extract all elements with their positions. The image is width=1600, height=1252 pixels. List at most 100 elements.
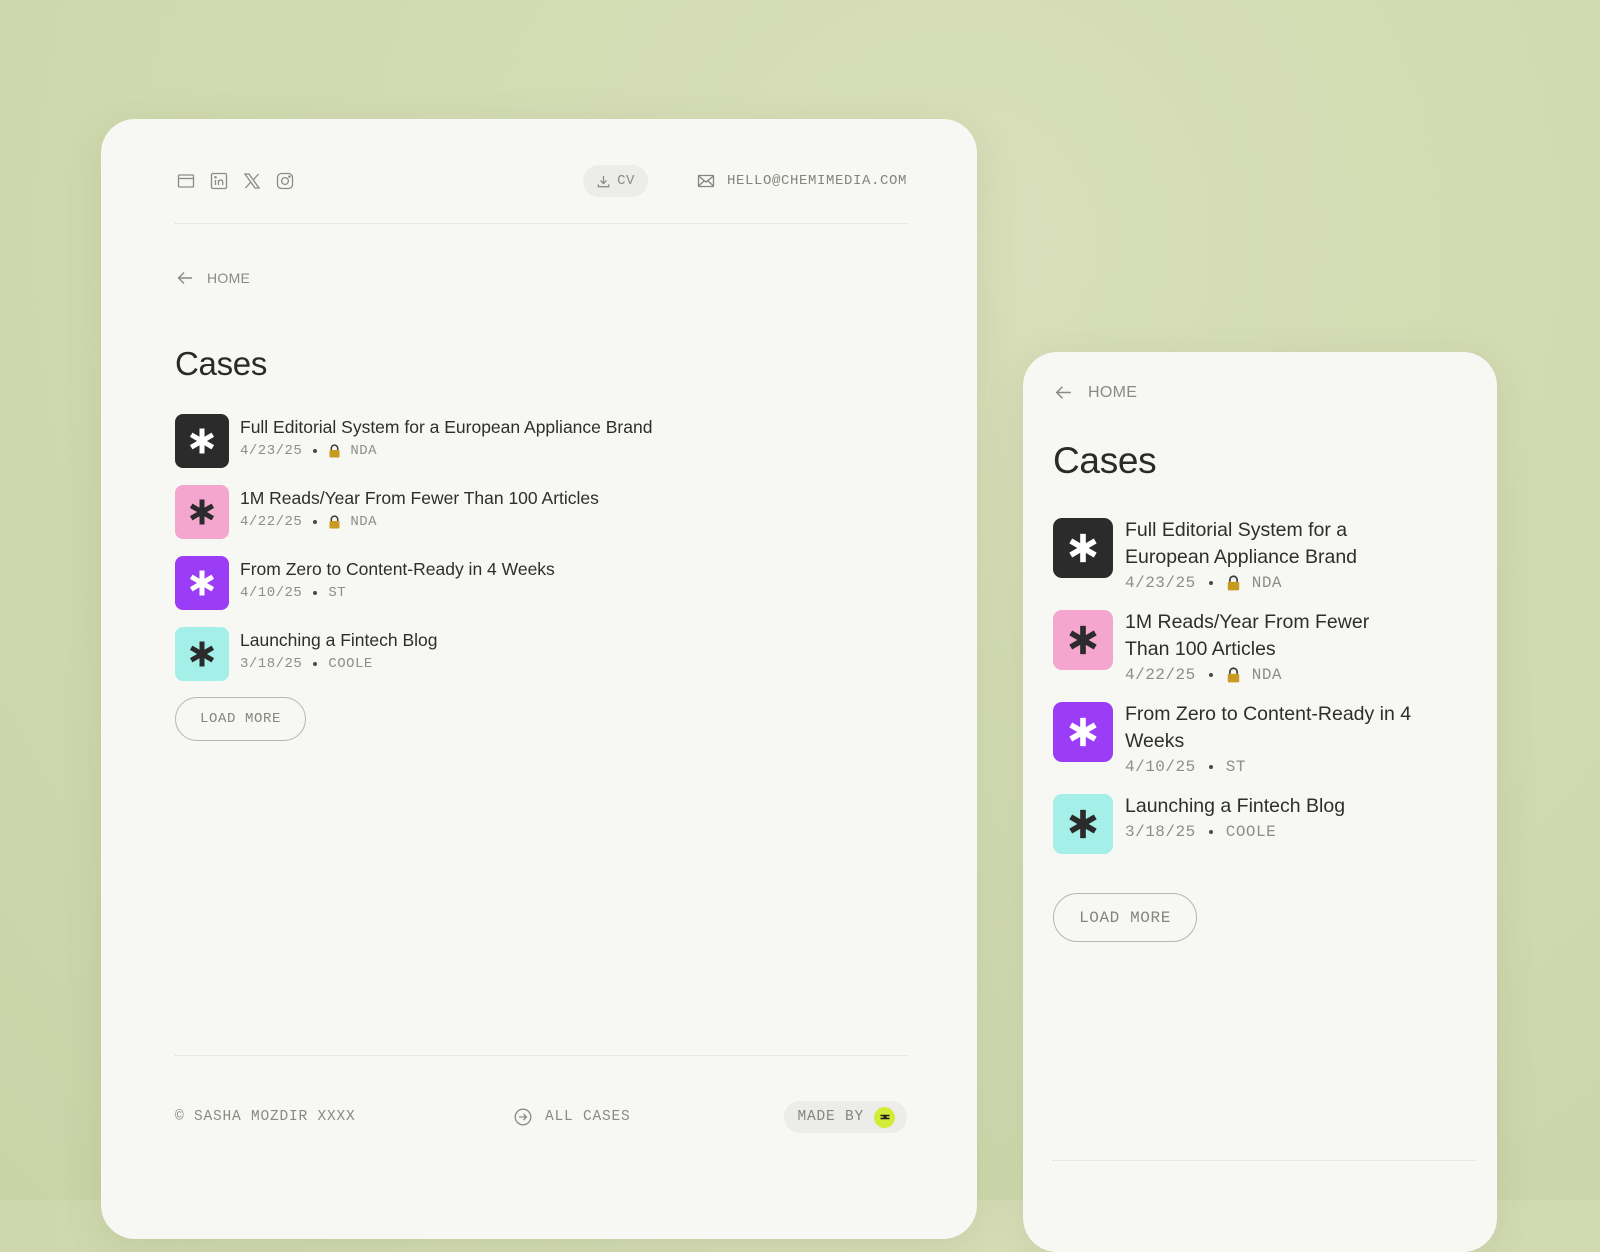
asterisk-icon xyxy=(1053,794,1113,854)
load-more-button[interactable]: LOAD MORE xyxy=(175,697,306,741)
case-text: Full Editorial System for a European App… xyxy=(1125,518,1415,592)
home-link[interactable]: HOME xyxy=(1053,382,1137,403)
case-meta: 4/23/25 NDA xyxy=(1125,574,1415,592)
case-tag: NDA xyxy=(1251,574,1283,592)
case-text: Launching a Fintech Blog 3/18/25 COOLE xyxy=(1125,794,1415,841)
all-cases-label: ALL CASES xyxy=(545,1109,631,1125)
asterisk-icon xyxy=(175,414,229,468)
case-item[interactable]: Launching a Fintech Blog 3/18/25 COOLE xyxy=(1053,794,1415,854)
copyright-text: © SASHA MOZDIR XXXX xyxy=(175,1109,356,1125)
case-item[interactable]: Launching a Fintech Blog 3/18/25 COOLE xyxy=(175,627,652,698)
all-cases-link[interactable]: ALL CASES xyxy=(513,1107,631,1127)
case-title: From Zero to Content-Ready in 4 Weeks xyxy=(240,559,555,579)
case-date: 3/18/25 xyxy=(1125,823,1196,841)
case-date: 4/10/25 xyxy=(1125,758,1196,776)
asterisk-icon xyxy=(175,485,229,539)
asterisk-icon xyxy=(1053,702,1113,762)
header: CV HELLO@CHEMIMEDIA.COM xyxy=(175,157,907,205)
case-text: Launching a Fintech Blog 3/18/25 COOLE xyxy=(240,627,438,672)
case-item[interactable]: 1M Reads/Year From Fewer Than 100 Articl… xyxy=(175,485,652,556)
case-meta: 4/10/25 ST xyxy=(240,585,555,601)
case-tag: ST xyxy=(1225,758,1246,776)
separator-dot xyxy=(313,662,318,666)
footer: © SASHA MOZDIR XXXX ALL CASES MADE BY xyxy=(175,1100,907,1134)
separator-dot xyxy=(313,449,318,453)
case-tag: NDA xyxy=(350,443,378,459)
case-date: 4/23/25 xyxy=(240,443,303,459)
case-title: Launching a Fintech Blog xyxy=(240,630,438,650)
home-label: HOME xyxy=(207,270,251,286)
case-meta: 4/22/25 NDA xyxy=(240,514,599,530)
case-title: Launching a Fintech Blog xyxy=(1125,795,1346,817)
separator-dot xyxy=(313,520,318,524)
separator-dot xyxy=(1208,830,1213,834)
page-title: Cases xyxy=(1053,440,1157,481)
case-title: 1M Reads/Year From Fewer Than 100 Articl… xyxy=(1125,611,1370,660)
case-title: Full Editorial System for a European App… xyxy=(1125,519,1358,568)
lock-icon xyxy=(328,515,341,529)
header-divider xyxy=(175,223,907,224)
separator-dot xyxy=(1208,765,1213,769)
linkedin-icon[interactable] xyxy=(208,171,229,192)
case-item[interactable]: 1M Reads/Year From Fewer Than 100 Articl… xyxy=(1053,610,1415,684)
lock-icon xyxy=(328,444,341,458)
instagram-icon[interactable] xyxy=(274,171,295,192)
case-date: 4/22/25 xyxy=(1125,666,1196,684)
case-item[interactable]: Full Editorial System for a European App… xyxy=(175,414,652,485)
lock-icon xyxy=(1226,575,1241,591)
case-text: 1M Reads/Year From Fewer Than 100 Articl… xyxy=(1125,610,1415,684)
case-meta: 3/18/25 COOLE xyxy=(1125,823,1415,841)
case-item[interactable]: From Zero to Content-Ready in 4 Weeks 4/1… xyxy=(1053,702,1415,776)
case-tag: NDA xyxy=(350,514,378,530)
cv-label: CV xyxy=(617,173,635,189)
asterisk-icon xyxy=(1053,610,1113,670)
home-label: HOME xyxy=(1088,383,1138,401)
case-text: From Zero to Content-Ready in 4 Weeks 4/1… xyxy=(1125,702,1415,776)
case-tag: COOLE xyxy=(328,656,373,672)
browser-window-icon[interactable] xyxy=(175,171,196,192)
case-item[interactable]: Full Editorial System for a European App… xyxy=(1053,518,1415,592)
case-meta: 4/23/25 NDA xyxy=(240,443,652,459)
separator-dot xyxy=(1208,673,1213,677)
mail-icon xyxy=(696,171,716,191)
social-links xyxy=(175,171,295,192)
made-by-badge[interactable]: MADE BY xyxy=(784,1101,907,1133)
page-title: Cases xyxy=(175,345,268,382)
desktop-card: CV HELLO@CHEMIMEDIA.COM HOME Cases Full … xyxy=(101,119,977,1239)
made-by-label: MADE BY xyxy=(797,1109,864,1125)
case-text: 1M Reads/Year From Fewer Than 100 Articl… xyxy=(240,485,599,530)
separator-dot xyxy=(1208,581,1213,585)
case-title: 1M Reads/Year From Fewer Than 100 Articl… xyxy=(240,488,599,508)
case-title: Full Editorial System for a European App… xyxy=(240,417,653,437)
arrow-right-circle-icon xyxy=(513,1107,533,1127)
case-date: 3/18/25 xyxy=(240,656,303,672)
case-item[interactable]: From Zero to Content-Ready in 4 Weeks 4/1… xyxy=(175,556,652,627)
case-text: From Zero to Content-Ready in 4 Weeks 4/1… xyxy=(240,556,555,601)
x-icon[interactable] xyxy=(241,171,262,192)
download-icon xyxy=(596,174,611,189)
asterisk-icon xyxy=(1053,518,1113,578)
load-more-button[interactable]: LOAD MORE xyxy=(1053,893,1197,942)
arrow-left-icon xyxy=(175,268,195,288)
case-tag: COOLE xyxy=(1225,823,1277,841)
case-meta: 4/22/25 NDA xyxy=(1125,666,1415,684)
case-date: 4/23/25 xyxy=(1125,574,1196,592)
download-cv-button[interactable]: CV xyxy=(583,165,648,197)
footer-divider xyxy=(1053,1160,1475,1161)
arrow-left-icon xyxy=(1053,382,1074,403)
mobile-card: HOME Cases Full Editorial System for a E… xyxy=(1023,352,1497,1252)
case-date: 4/22/25 xyxy=(240,514,303,530)
footer-divider xyxy=(175,1055,907,1056)
email-link[interactable]: HELLO@CHEMIMEDIA.COM xyxy=(696,171,907,191)
email-address: HELLO@CHEMIMEDIA.COM xyxy=(726,173,907,189)
case-text: Full Editorial System for a European App… xyxy=(240,414,652,459)
case-title: From Zero to Content-Ready in 4 Weeks xyxy=(1125,703,1412,752)
case-meta: 3/18/25 COOLE xyxy=(240,656,438,672)
case-tag: NDA xyxy=(1251,666,1283,684)
studio-logo-icon xyxy=(874,1106,895,1128)
lock-icon xyxy=(1226,667,1241,683)
separator-dot xyxy=(313,591,318,595)
case-list: Full Editorial System for a European App… xyxy=(1053,518,1415,872)
home-link[interactable]: HOME xyxy=(175,268,250,288)
case-list: Full Editorial System for a European App… xyxy=(175,414,652,698)
